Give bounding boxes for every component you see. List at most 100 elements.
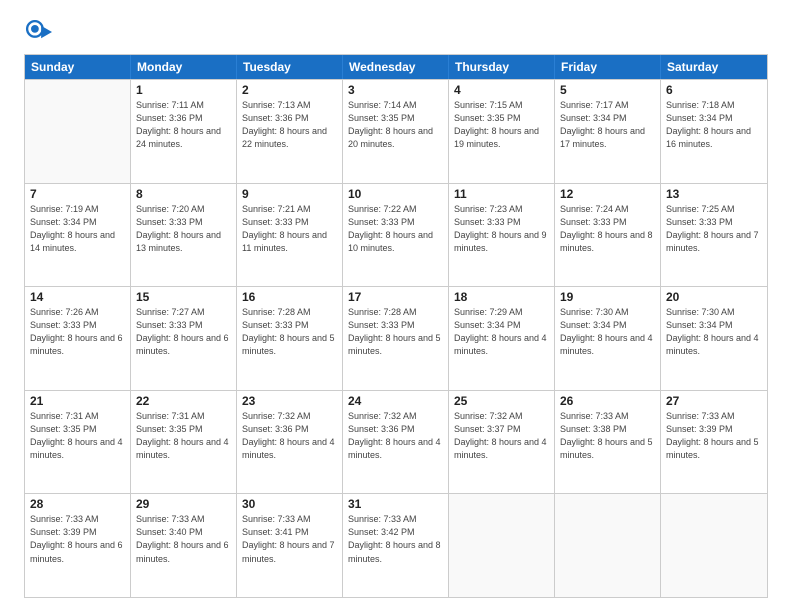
day-info: Sunrise: 7:13 AMSunset: 3:36 PMDaylight:… xyxy=(242,99,337,151)
day-info: Sunrise: 7:22 AMSunset: 3:33 PMDaylight:… xyxy=(348,203,443,255)
sunset-label: Sunset: 3:36 PM xyxy=(136,113,203,123)
sunset-label: Sunset: 3:33 PM xyxy=(136,217,203,227)
sunrise-label: Sunrise: 7:15 AM xyxy=(454,100,523,110)
day-cell-10: 10Sunrise: 7:22 AMSunset: 3:33 PMDayligh… xyxy=(343,184,449,287)
day-cell-30: 30Sunrise: 7:33 AMSunset: 3:41 PMDayligh… xyxy=(237,494,343,597)
day-cell-8: 8 Sunrise: 7:20 AM Sunset: 3:33 PM Daylight… xyxy=(131,184,237,287)
sunset-label: Sunset: 3:36 PM xyxy=(348,424,415,434)
day-cell-empty xyxy=(449,494,555,597)
sunset-label: Sunset: 3:33 PM xyxy=(454,217,521,227)
day-cell-29: 29Sunrise: 7:33 AMSunset: 3:40 PMDayligh… xyxy=(131,494,237,597)
day-cell-25: 25 Sunrise: 7:32 AM Sunset: 3:37 PM Dayligh… xyxy=(449,391,555,494)
daylight-label: Daylight: 8 hours and 6 minutes. xyxy=(30,540,123,563)
sunset-label: Sunset: 3:34 PM xyxy=(666,113,733,123)
day-info: Sunrise: 7:33 AMSunset: 3:40 PMDaylight:… xyxy=(136,513,231,565)
sunrise-label: Sunrise: 7:25 AM xyxy=(666,204,735,214)
day-cell-4: 4Sunrise: 7:15 AMSunset: 3:35 PMDaylight… xyxy=(449,80,555,183)
day-cell-22: 22 Sunrise: 7:31 AM Sunset: 3:35 PM Dayligh… xyxy=(131,391,237,494)
sunset-label: Sunset: 3:34 PM xyxy=(454,320,521,330)
day-number: 12 xyxy=(560,187,655,201)
daylight-label: Daylight: 8 hours and 7 minutes. xyxy=(242,540,335,563)
day-cell-31: 31Sunrise: 7:33 AMSunset: 3:42 PMDayligh… xyxy=(343,494,449,597)
daylight-label: Daylight: 8 hours and 4 minutes. xyxy=(242,437,335,460)
sunset-label: Sunset: 3:36 PM xyxy=(242,424,309,434)
header-cell-friday: Friday xyxy=(555,55,661,79)
sunset-label: Sunset: 3:37 PM xyxy=(454,424,521,434)
day-number: 13 xyxy=(666,187,762,201)
sunrise-label: Sunrise: 7:32 AM xyxy=(454,411,523,421)
sunset-label: Sunset: 3:33 PM xyxy=(242,217,309,227)
daylight-label: Daylight: 8 hours and 4 minutes. xyxy=(454,437,547,460)
sunset-label: Sunset: 3:35 PM xyxy=(136,424,203,434)
day-cell-14: 14 Sunrise: 7:26 AM Sunset: 3:33 PM Dayligh… xyxy=(25,287,131,390)
sunset-label: Sunset: 3:40 PM xyxy=(136,527,203,537)
sunrise-label: Sunrise: 7:20 AM xyxy=(136,204,205,214)
sunrise-label: Sunrise: 7:33 AM xyxy=(348,514,417,524)
sunset-label: Sunset: 3:33 PM xyxy=(30,320,97,330)
sunset-label: Sunset: 3:33 PM xyxy=(136,320,203,330)
logo xyxy=(24,18,56,46)
daylight-label: Daylight: 8 hours and 5 minutes. xyxy=(348,333,441,356)
day-info: Sunrise: 7:33 AMSunset: 3:38 PMDaylight:… xyxy=(560,410,655,462)
daylight-label: Daylight: 8 hours and 5 minutes. xyxy=(242,333,335,356)
daylight-label: Daylight: 8 hours and 8 minutes. xyxy=(560,230,653,253)
daylight-label: Daylight: 8 hours and 13 minutes. xyxy=(136,230,221,253)
sunset-label: Sunset: 3:42 PM xyxy=(348,527,415,537)
sunset-label: Sunset: 3:34 PM xyxy=(30,217,97,227)
day-cell-empty xyxy=(555,494,661,597)
day-cell-23: 23Sunrise: 7:32 AMSunset: 3:36 PMDayligh… xyxy=(237,391,343,494)
sunrise-label: Sunrise: 7:14 AM xyxy=(348,100,417,110)
daylight-label: Daylight: 8 hours and 4 minutes. xyxy=(30,437,123,460)
day-cell-20: 20Sunrise: 7:30 AMSunset: 3:34 PMDayligh… xyxy=(661,287,767,390)
day-number: 1 xyxy=(136,83,231,97)
calendar: SundayMondayTuesdayWednesdayThursdayFrid… xyxy=(24,54,768,598)
header-cell-saturday: Saturday xyxy=(661,55,767,79)
day-info: Sunrise: 7:18 AMSunset: 3:34 PMDaylight:… xyxy=(666,99,762,151)
header-cell-tuesday: Tuesday xyxy=(237,55,343,79)
sunrise-label: Sunrise: 7:21 AM xyxy=(242,204,311,214)
day-info: Sunrise: 7:31 AMSunset: 3:35 PMDaylight:… xyxy=(30,410,125,462)
day-number: 14 xyxy=(30,290,125,304)
sunrise-label: Sunrise: 7:30 AM xyxy=(560,307,629,317)
daylight-label: Daylight: 8 hours and 4 minutes. xyxy=(454,333,547,356)
day-info: Sunrise: 7:30 AMSunset: 3:34 PMDaylight:… xyxy=(666,306,762,358)
day-number: 8 xyxy=(136,187,231,201)
day-info: Sunrise: 7:11 AMSunset: 3:36 PMDaylight:… xyxy=(136,99,231,151)
day-cell-2: 2Sunrise: 7:13 AMSunset: 3:36 PMDaylight… xyxy=(237,80,343,183)
sunrise-label: Sunrise: 7:30 AM xyxy=(666,307,735,317)
day-cell-empty xyxy=(661,494,767,597)
day-info: Sunrise: 7:32 AMSunset: 3:36 PMDaylight:… xyxy=(242,410,337,462)
daylight-label: Daylight: 8 hours and 6 minutes. xyxy=(30,333,123,356)
daylight-label: Daylight: 8 hours and 4 minutes. xyxy=(136,437,229,460)
day-number: 16 xyxy=(242,290,337,304)
day-cell-5: 5Sunrise: 7:17 AMSunset: 3:34 PMDaylight… xyxy=(555,80,661,183)
day-cell-19: 19Sunrise: 7:30 AMSunset: 3:34 PMDayligh… xyxy=(555,287,661,390)
sunrise-label: Sunrise: 7:33 AM xyxy=(242,514,311,524)
day-cell-27: 27Sunrise: 7:33 AMSunset: 3:39 PMDayligh… xyxy=(661,391,767,494)
day-info: Sunrise: 7:20 AM Sunset: 3:33 PM Daylight:… xyxy=(136,203,231,255)
calendar-header-row: SundayMondayTuesdayWednesdayThursdayFrid… xyxy=(25,55,767,79)
day-number: 25 xyxy=(454,394,549,408)
sunset-label: Sunset: 3:33 PM xyxy=(560,217,627,227)
daylight-label: Daylight: 8 hours and 22 minutes. xyxy=(242,126,327,149)
day-info: Sunrise: 7:29 AMSunset: 3:34 PMDaylight:… xyxy=(454,306,549,358)
sunrise-label: Sunrise: 7:31 AM xyxy=(136,411,205,421)
day-number: 31 xyxy=(348,497,443,511)
day-number: 30 xyxy=(242,497,337,511)
daylight-label: Daylight: 8 hours and 5 minutes. xyxy=(666,437,759,460)
sunrise-label: Sunrise: 7:33 AM xyxy=(30,514,99,524)
day-number: 24 xyxy=(348,394,443,408)
sunrise-label: Sunrise: 7:11 AM xyxy=(136,100,204,110)
sunrise-label: Sunrise: 7:26 AM xyxy=(30,307,99,317)
header xyxy=(24,18,768,46)
week-row-4: 21Sunrise: 7:31 AMSunset: 3:35 PMDayligh… xyxy=(25,390,767,494)
daylight-label: Daylight: 8 hours and 6 minutes. xyxy=(136,540,229,563)
day-number: 22 xyxy=(136,394,231,408)
day-number: 27 xyxy=(666,394,762,408)
day-info: Sunrise: 7:21 AMSunset: 3:33 PMDaylight:… xyxy=(242,203,337,255)
day-info: Sunrise: 7:17 AMSunset: 3:34 PMDaylight:… xyxy=(560,99,655,151)
day-cell-26: 26Sunrise: 7:33 AMSunset: 3:38 PMDayligh… xyxy=(555,391,661,494)
sunrise-label: Sunrise: 7:18 AM xyxy=(666,100,735,110)
sunset-label: Sunset: 3:39 PM xyxy=(30,527,97,537)
sunrise-label: Sunrise: 7:23 AM xyxy=(454,204,523,214)
